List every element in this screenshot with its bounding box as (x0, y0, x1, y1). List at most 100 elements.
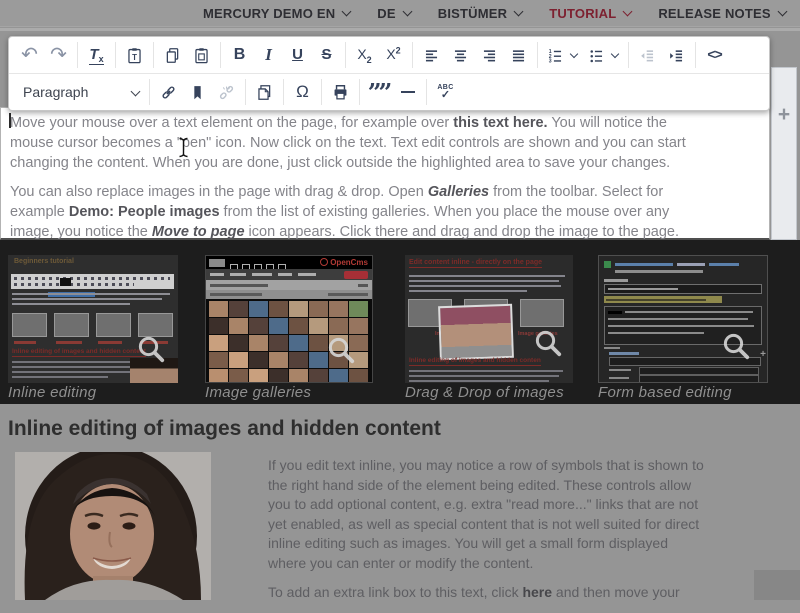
blockquote-button[interactable]: ”” (365, 79, 392, 106)
decor (641, 53, 644, 59)
align-center-button[interactable] (447, 42, 474, 69)
spellcheck-button[interactable]: ABC✓ (432, 79, 459, 106)
toolbar-group: ABC✓ (427, 79, 464, 105)
decor (60, 278, 71, 286)
numbered-list-button[interactable]: 123 (543, 42, 582, 69)
zoom-icon[interactable] (136, 334, 166, 369)
decor (249, 352, 268, 368)
bold-button[interactable]: B (226, 42, 253, 69)
decor (309, 369, 328, 383)
toolbar-group: ↶↷ (11, 42, 78, 68)
superscript-icon: X2 (386, 46, 400, 64)
nav-item-label: DE (377, 6, 395, 21)
print-button[interactable] (327, 79, 354, 106)
decor (229, 301, 248, 317)
anchor-button[interactable] (184, 79, 211, 106)
thumb-drag-photo (438, 304, 514, 361)
decor (552, 347, 560, 355)
decor (595, 60, 602, 61)
decor (608, 332, 704, 334)
copy-button[interactable] (159, 42, 186, 69)
add-content-plus-icon[interactable]: + (772, 104, 796, 125)
decor (229, 335, 248, 351)
style-select[interactable]: Paragraph (15, 79, 145, 105)
print-icon (331, 83, 350, 102)
italic-button[interactable]: I (255, 42, 282, 69)
align-left-button[interactable] (418, 42, 445, 69)
decor (604, 296, 722, 303)
decor (180, 139, 188, 157)
decor (409, 285, 561, 287)
decor (608, 311, 622, 314)
nav-item-de[interactable]: DE (377, 6, 410, 21)
decor (226, 85, 233, 92)
decor (249, 318, 268, 334)
thumbnail-inline-editing[interactable]: Beginners tutorial Inline editing of ima… (8, 255, 178, 383)
align-right-button[interactable] (476, 42, 503, 69)
link-button[interactable] (155, 79, 182, 106)
subscript-button[interactable]: X2 (351, 42, 378, 69)
horizontal-rule-button[interactable] (394, 79, 421, 106)
decor (554, 60, 561, 61)
text-segment: from the toolbar. Select for (489, 184, 663, 200)
strikethrough-button[interactable]: S (313, 42, 340, 69)
decor (422, 46, 441, 65)
copy-icon (163, 46, 182, 65)
indent-button[interactable] (663, 42, 690, 69)
nav-item-mercury-demo-en[interactable]: MERCURY DEMO EN (203, 6, 350, 21)
decor (209, 352, 228, 368)
decor (647, 53, 653, 55)
zoom-icon[interactable] (533, 328, 563, 363)
text-segment: Move to page (152, 224, 245, 240)
source-code-icon: <> (707, 46, 721, 64)
decor (12, 313, 47, 337)
inline-editor-content[interactable]: Move your mouse over a text element on t… (0, 107, 770, 240)
bullet-list-button[interactable] (584, 42, 623, 69)
nav-item-release-notes[interactable]: RELEASE NOTES (658, 6, 785, 21)
special-char-button[interactable]: Ω (289, 79, 316, 106)
decor (604, 347, 620, 349)
decor: ”” (368, 78, 390, 107)
toolbar-group: Tx (78, 42, 116, 68)
horizontal-rule-icon (401, 91, 415, 93)
align-justify-button[interactable] (505, 42, 532, 69)
decor (320, 258, 328, 266)
decor (11, 274, 174, 289)
redo-button[interactable]: ↷ (45, 42, 72, 69)
decor: 3 (549, 58, 552, 64)
decor (647, 59, 653, 61)
decor (608, 318, 748, 320)
nav-item-tutorial[interactable]: TUTORIAL (549, 6, 631, 21)
paste-as-text-button[interactable]: T (121, 42, 148, 69)
zoom-icon[interactable] (326, 335, 356, 370)
remove-format-button[interactable]: Tx (83, 42, 110, 69)
decor (604, 284, 762, 294)
source-code-button[interactable]: <> (701, 42, 728, 69)
decor (457, 59, 464, 61)
superscript-button[interactable]: X2 (380, 42, 407, 69)
decor (337, 85, 345, 89)
thumbnail-drag-drop[interactable]: Edit content inline - directly on the pa… (405, 255, 573, 383)
decor (331, 83, 350, 102)
insert-template-button[interactable] (251, 79, 278, 106)
zoom-icon[interactable] (721, 331, 751, 366)
decor (289, 301, 308, 317)
paste-button[interactable] (188, 42, 215, 69)
decor (136, 334, 166, 364)
add-content-panel[interactable]: + (771, 67, 797, 240)
align-right-icon (480, 46, 499, 65)
thumbnail-image-galleries[interactable]: OpenCms (205, 255, 373, 383)
decor (188, 83, 207, 102)
decor (217, 83, 236, 102)
decor: 2 (367, 54, 372, 64)
decor (209, 369, 228, 383)
thumbnail-form-editing[interactable]: + (598, 255, 768, 383)
decor (455, 56, 466, 58)
decor (609, 352, 639, 355)
nav-item-bistumer[interactable]: BISTÜMER (438, 6, 523, 21)
underline-button[interactable]: U (284, 42, 311, 69)
undo-button[interactable]: ↶ (16, 42, 43, 69)
decor (609, 377, 629, 379)
decor (409, 290, 527, 292)
text-segment: you to add optional content, e.g. extra … (268, 496, 698, 512)
